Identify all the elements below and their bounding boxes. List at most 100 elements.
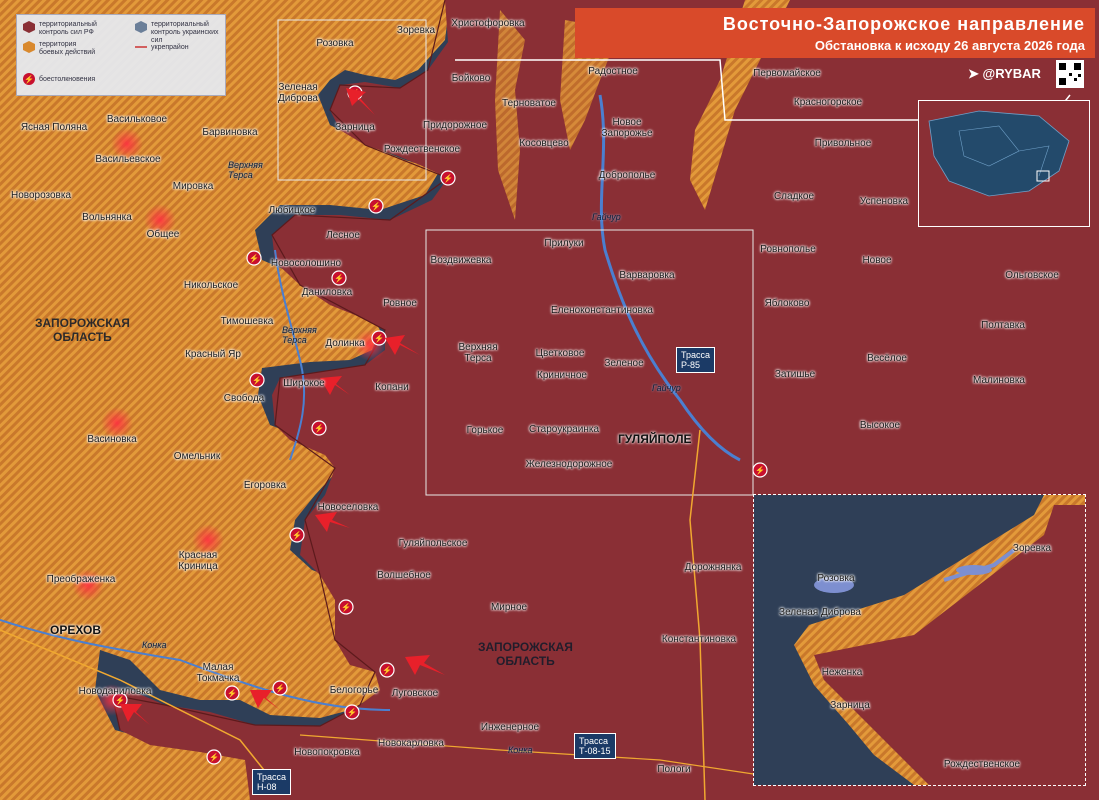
place-label: Криничное <box>537 370 587 381</box>
legend-ua: территориальный контроль украинских сил <box>151 21 219 44</box>
svg-text:⚡: ⚡ <box>371 201 381 211</box>
place-label: Яблоково <box>764 298 810 309</box>
svg-text:⚡: ⚡ <box>334 273 344 283</box>
place-label: Новоселовка <box>317 502 379 513</box>
clash-marker-icon: ⚡ <box>344 704 360 720</box>
place-label: Малая Токмачка <box>196 662 240 684</box>
place-label: Затишье <box>774 369 816 380</box>
place-label: Новопокровка <box>294 747 360 758</box>
clash-marker-icon: ⚡ <box>289 527 305 543</box>
inset-place-label: Зарница <box>830 700 870 711</box>
region-label: ЗАПОРОЖСКАЯ ОБЛАСТЬ <box>35 316 130 344</box>
river-label: Верхняя Терса <box>282 325 317 345</box>
place-label: Новокарловка <box>378 738 444 749</box>
clash-icon: ⚡ <box>23 73 35 85</box>
svg-text:⚡: ⚡ <box>24 74 34 84</box>
place-label: Вольнянка <box>82 212 132 223</box>
place-label: Васильковое <box>106 114 168 125</box>
place-label: Ровнополье <box>760 244 816 255</box>
inset-place-label: Розовка <box>817 573 855 584</box>
place-label: Варваровка <box>619 270 675 281</box>
place-label: Белогорье <box>329 685 379 696</box>
place-label: Тимошевка <box>220 316 274 327</box>
svg-text:⚡: ⚡ <box>252 375 262 385</box>
place-label: Омельник <box>173 451 221 462</box>
place-label: Терноватое <box>502 98 556 109</box>
place-label: Высокое <box>859 420 901 431</box>
region-label: ЗАПОРОЖСКАЯ ОБЛАСТЬ <box>478 640 573 668</box>
place-label: Ровное <box>383 298 417 309</box>
place-label: Васильевское <box>95 154 161 165</box>
place-label: Красная Криница <box>178 550 218 572</box>
place-label: Любицкое <box>268 205 316 216</box>
place-label: Рождественское <box>383 144 461 155</box>
inset-map: Зоревка Розовка Зеленая Диброва Неженка … <box>753 494 1086 786</box>
svg-text:⚡: ⚡ <box>347 707 357 717</box>
legend-clashes: боестолкновения <box>39 76 96 83</box>
road-badge: Трасса Р-85 <box>676 347 716 373</box>
city-gulyaipole: ГУЛЯЙПОЛЕ <box>618 432 692 446</box>
place-label: Луговское <box>391 688 439 699</box>
place-label: Мирное <box>490 602 528 613</box>
place-label: Долинка <box>325 338 365 349</box>
clash-marker-icon: ⚡ <box>311 420 327 436</box>
place-label: Радостное <box>588 66 638 77</box>
clash-marker-icon: ⚡ <box>338 599 354 615</box>
place-label: Свобода <box>223 393 265 404</box>
river-label: Конка <box>142 640 167 650</box>
place-label: Даниловка <box>301 287 353 298</box>
place-label: Пологи <box>657 764 691 775</box>
place-label: Первомайское <box>753 68 821 79</box>
map-legend: территориальный контроль сил РФ территор… <box>16 14 226 96</box>
clash-marker-icon: ⚡ <box>368 198 384 214</box>
place-label: Лесное <box>326 230 360 241</box>
place-label: Зеленая Диброва <box>278 82 318 104</box>
brand-telegram[interactable]: ➤ @RYBAR <box>968 66 1041 82</box>
place-label: Красногорское <box>793 97 863 108</box>
svg-text:⚡: ⚡ <box>374 333 384 343</box>
place-label: Воздвижевка <box>430 255 492 266</box>
clash-marker-icon: ⚡ <box>371 330 387 346</box>
clash-marker-icon: ⚡ <box>249 372 265 388</box>
legend-fortified: укрепрайон <box>151 44 189 51</box>
contested-hex-icon <box>23 41 35 53</box>
inset-place-label: Рождественское <box>943 759 1021 770</box>
place-label: Новое <box>862 255 892 266</box>
clash-marker-icon: ⚡ <box>206 749 222 765</box>
road-badge: Трасса Т-08-15 <box>574 733 616 759</box>
place-label: Широкое <box>283 378 325 389</box>
clash-marker-icon: ⚡ <box>752 462 768 478</box>
place-label: Гуляйпольское <box>398 538 468 549</box>
place-label: Инженерное <box>480 722 540 733</box>
ru-hex-icon <box>23 21 35 33</box>
place-label: Староукраинка <box>528 424 600 435</box>
place-label: Придорожное <box>422 120 488 131</box>
fortified-line-icon <box>135 46 147 48</box>
place-label: Еленоконстантиновка <box>551 305 653 316</box>
place-label: Копани <box>375 382 409 393</box>
place-label: Новосолошино <box>270 258 342 269</box>
inset-place-label: Зеленая Диброва <box>779 607 861 618</box>
place-label: Бойково <box>451 73 491 84</box>
clash-marker-icon: ⚡ <box>224 685 240 701</box>
svg-text:⚡: ⚡ <box>275 683 285 693</box>
city-orekhov: ОРЕХОВ <box>50 623 102 637</box>
place-label: Константиновка <box>661 634 737 645</box>
place-label: Железнодорожное <box>525 459 613 470</box>
clash-marker-icon: ⚡ <box>440 170 456 186</box>
place-label: Привольное <box>814 138 872 149</box>
clash-marker-icon: ⚡ <box>331 270 347 286</box>
place-label: Никольское <box>183 280 239 291</box>
ua-hex-icon <box>135 21 147 33</box>
clash-marker-icon: ⚡ <box>246 250 262 266</box>
place-label: Общее <box>146 229 180 240</box>
inset-place-label: Неженка <box>821 667 863 678</box>
svg-text:⚡: ⚡ <box>341 602 351 612</box>
place-label: Егоровка <box>243 480 287 491</box>
place-label: Ясная Поляна <box>20 122 88 133</box>
road-badge: Трасса Н-08 <box>252 769 292 795</box>
place-label: Весёлое <box>867 353 907 364</box>
place-label: Успеновка <box>859 196 909 207</box>
place-label: Христофоровка <box>451 18 525 29</box>
place-label: Красный Яр <box>185 349 241 360</box>
